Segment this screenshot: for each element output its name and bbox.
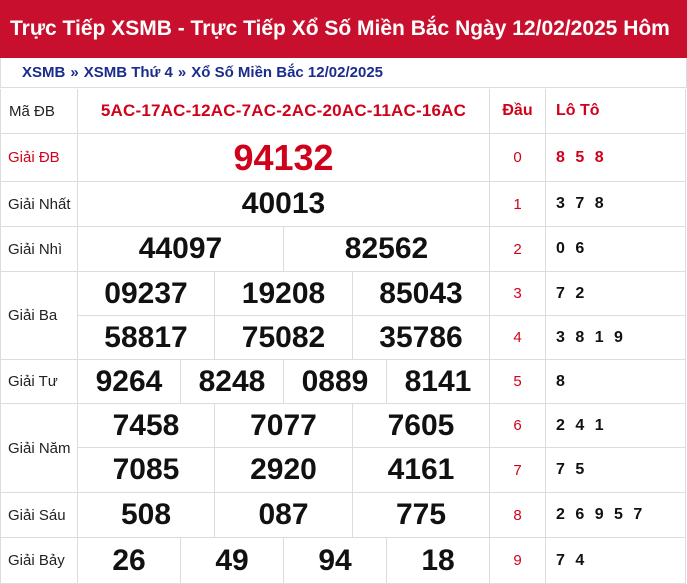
prize-number: 7085 xyxy=(78,448,215,493)
breadcrumb-link-date[interactable]: Xổ Số Miền Bắc 12/02/2025 xyxy=(191,64,383,81)
dau-cell: 1 xyxy=(490,182,546,227)
prize-number: 8141 xyxy=(387,360,490,404)
prize-number: 85043 xyxy=(353,272,490,316)
dau-cell: 9 xyxy=(490,538,546,584)
prize-number: 18 xyxy=(387,538,490,584)
loto-cell: 7 5 xyxy=(546,448,686,493)
prize-number: 75082 xyxy=(215,316,353,360)
prize-number: 40013 xyxy=(78,182,490,227)
prize-number: 09237 xyxy=(78,272,215,316)
prize-number: 94132 xyxy=(78,134,490,182)
prize-label-ba: Giải Ba xyxy=(0,272,78,360)
breadcrumb-separator: » xyxy=(177,64,187,81)
prize-number: 508 xyxy=(78,493,215,538)
loto-cell: 7 2 xyxy=(546,272,686,316)
breadcrumb-link-xsmb[interactable]: XSMB xyxy=(22,64,65,81)
breadcrumb-separator: » xyxy=(70,64,79,81)
dau-cell: 4 xyxy=(490,316,546,360)
dau-cell: 3 xyxy=(490,272,546,316)
prize-number: 49 xyxy=(181,538,284,584)
loto-cell: 2 6 9 5 7 xyxy=(546,493,686,538)
loto-cell: 8 xyxy=(546,360,686,404)
prize-number: 4161 xyxy=(353,448,490,493)
breadcrumb-link-xsmb-thu-4[interactable]: XSMB Thứ 4 xyxy=(84,64,173,81)
loto-cell: 3 8 1 9 xyxy=(546,316,686,360)
prize-number: 44097 xyxy=(78,227,284,272)
dau-cell: 8 xyxy=(490,493,546,538)
prize-number: 82562 xyxy=(284,227,490,272)
prize-label-tu: Giải Tư xyxy=(0,360,78,404)
prize-number: 7605 xyxy=(353,404,490,448)
prize-number: 19208 xyxy=(215,272,353,316)
dau-cell: 6 xyxy=(490,404,546,448)
prize-number: 35786 xyxy=(353,316,490,360)
dau-header: Đầu xyxy=(490,89,546,134)
prize-number: 94 xyxy=(284,538,387,584)
page-title: Trực Tiếp XSMB - Trực Tiếp Xổ Số Miền Bắ… xyxy=(0,0,687,58)
dau-cell: 2 xyxy=(490,227,546,272)
prize-number: 26 xyxy=(78,538,181,584)
prize-label-nam: Giải Năm xyxy=(0,404,78,493)
dau-cell: 5 xyxy=(490,360,546,404)
prize-number: 7458 xyxy=(78,404,215,448)
prize-number: 9264 xyxy=(78,360,181,404)
dau-cell: 0 xyxy=(490,134,546,182)
prize-label-bay: Giải Bảy xyxy=(0,538,78,584)
madb-value: 5AC-17AC-12AC-7AC-2AC-20AC-11AC-16AC xyxy=(78,89,490,134)
prize-label-db: Giải ĐB xyxy=(0,134,78,182)
prize-number: 775 xyxy=(353,493,490,538)
prize-number: 8248 xyxy=(181,360,284,404)
loto-cell: 8 5 8 xyxy=(546,134,686,182)
prize-number: 087 xyxy=(215,493,353,538)
loto-cell: 2 4 1 xyxy=(546,404,686,448)
prize-number: 58817 xyxy=(78,316,215,360)
madb-label: Mã ĐB xyxy=(0,89,78,134)
loto-cell: 0 6 xyxy=(546,227,686,272)
results-table: Mã ĐB 5AC-17AC-12AC-7AC-2AC-20AC-11AC-16… xyxy=(0,89,686,584)
breadcrumb: XSMB » XSMB Thứ 4 » Xổ Số Miền Bắc 12/02… xyxy=(0,58,687,88)
prize-label-nhat: Giải Nhất xyxy=(0,182,78,227)
dau-cell: 7 xyxy=(490,448,546,493)
prize-number: 2920 xyxy=(215,448,353,493)
loto-cell: 3 7 8 xyxy=(546,182,686,227)
loto-header: Lô Tô xyxy=(546,89,686,134)
prize-number: 7077 xyxy=(215,404,353,448)
prize-number: 0889 xyxy=(284,360,387,404)
prize-label-nhi: Giải Nhì xyxy=(0,227,78,272)
loto-cell: 7 4 xyxy=(546,538,686,584)
prize-label-sau: Giải Sáu xyxy=(0,493,78,538)
